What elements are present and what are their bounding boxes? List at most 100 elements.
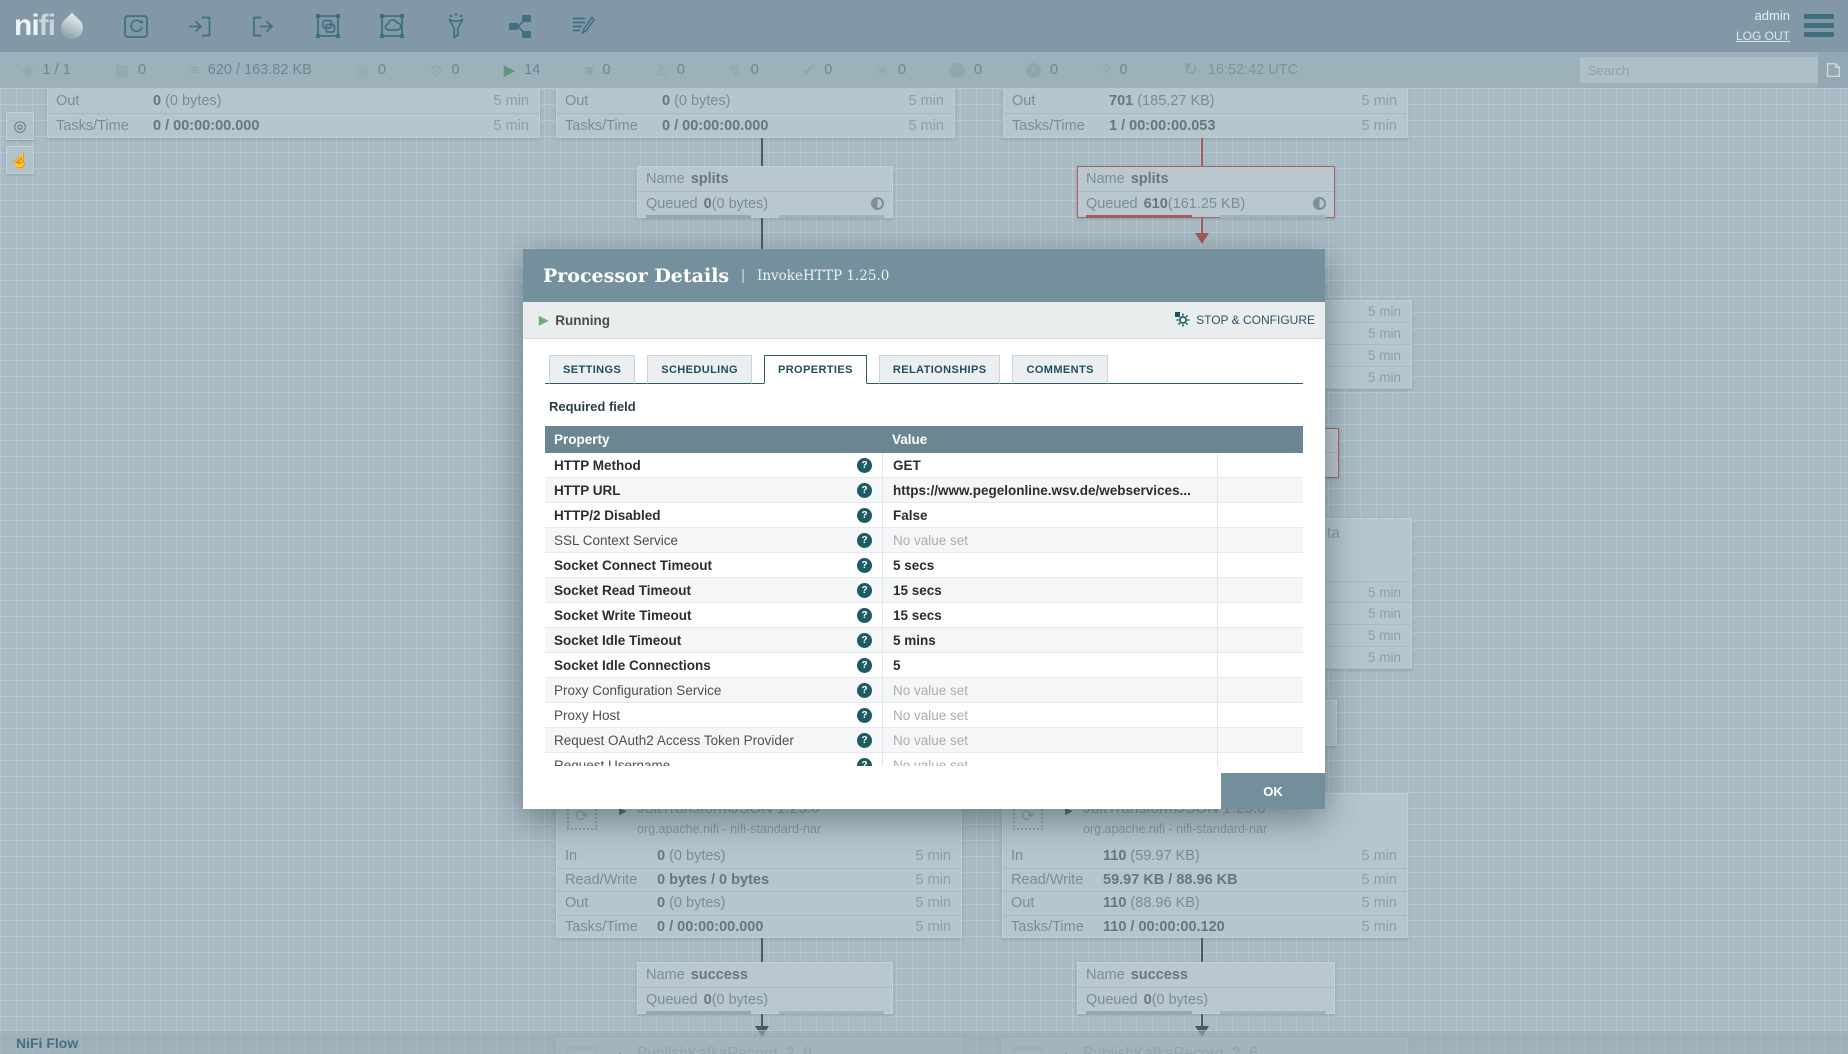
status-item: ✔ 0 — [803, 62, 833, 78]
tab[interactable]: SCHEDULING — [647, 355, 752, 384]
help-icon[interactable]: ? — [857, 583, 872, 598]
help-icon[interactable]: ? — [857, 508, 872, 523]
help-icon[interactable]: ? — [857, 458, 872, 473]
help-icon[interactable]: ? — [857, 733, 872, 748]
processor-stats-fragment[interactable]: Out 701 (185.27 KB) 5 min Tasks/Time 1 /… — [1003, 88, 1408, 138]
connection-line[interactable] — [1201, 138, 1203, 166]
column-extra — [1218, 426, 1303, 453]
breadcrumb-root[interactable]: NiFi Flow — [16, 1035, 78, 1051]
help-icon[interactable]: ? — [857, 558, 872, 573]
dialog-title: Processor Details — [543, 265, 729, 287]
help-icon[interactable]: ? — [857, 658, 872, 673]
connection-label-success[interactable]: Namesuccess Queued0 (0 bytes) — [637, 962, 893, 1014]
refresh-group: ↻ 16:52:42 UTC — [1184, 60, 1299, 80]
current-user: admin — [1755, 8, 1790, 23]
connection-label-fragment[interactable] — [1325, 428, 1339, 478]
processor-stats-fragment[interactable]: Out 0 (0 bytes) 5 min Tasks/Time 0 / 00:… — [47, 88, 540, 138]
document-icon — [1824, 61, 1842, 79]
property-row: Request Username ? No value set — [545, 753, 1303, 766]
bulletin-board-button[interactable] — [1818, 52, 1848, 88]
help-icon[interactable]: ? — [857, 683, 872, 698]
processor-stats-fragment[interactable]: 5 min 5 min 5 min 5 min — [1325, 300, 1412, 389]
flow-status-bar: ◈ 1 / 1 ▦ 0 ≡ 620 / 163.82 KB ◎ 0 — [0, 52, 1848, 88]
run-state: ▶ Running — [539, 313, 610, 328]
stopped-icon: ■ — [584, 63, 593, 78]
dialog-tabs: SETTINGS SCHEDULING PROPERTIES RELATIONS… — [545, 355, 1303, 384]
stale-icon: ↑ — [950, 63, 965, 78]
navigate-palette-button[interactable]: ◎ — [6, 112, 34, 140]
connection-label-fragment[interactable] — [1325, 700, 1337, 746]
processor-fragment[interactable]: ta 5 min 5 min 5 min 5 min — [1325, 518, 1412, 669]
connection-line[interactable] — [761, 1014, 763, 1026]
status-item: ⊘ 0 — [430, 62, 460, 78]
nifi-logo: nifi — [14, 9, 83, 43]
process-group-icon[interactable] — [311, 9, 345, 43]
property-row: Proxy Configuration Service ? No value s… — [545, 678, 1303, 703]
help-icon[interactable]: ? — [857, 758, 872, 767]
load-balance-icon — [1313, 197, 1326, 210]
not-transmitting-icon: ⊘ — [430, 63, 443, 78]
locally-modified-icon: ∗ — [876, 63, 889, 78]
connection-line[interactable] — [761, 218, 763, 249]
dialog-header: Processor Details | InvokeHTTP 1.25.0 — [523, 249, 1325, 302]
logout-link[interactable]: LOG OUT — [1736, 26, 1790, 46]
ok-button[interactable]: OK — [1221, 773, 1325, 809]
connection-line[interactable] — [761, 938, 763, 962]
top-toolbar: nifi — [0, 0, 1848, 52]
connection-line[interactable] — [1201, 218, 1203, 233]
last-refreshed-time: 16:52:42 UTC — [1208, 62, 1298, 78]
output-port-icon[interactable] — [247, 9, 281, 43]
tab[interactable]: COMMENTS — [1012, 355, 1107, 384]
input-port-icon[interactable] — [183, 9, 217, 43]
connection-label-success[interactable]: Namesuccess Queued0 (0 bytes) — [1077, 962, 1335, 1014]
nifi-app: nifi — [0, 0, 1848, 1054]
refresh-icon[interactable]: ↻ — [1184, 60, 1198, 80]
help-icon[interactable]: ? — [857, 708, 872, 723]
search-input[interactable] — [1580, 57, 1818, 83]
processor-stats-fragment[interactable]: Out 0 (0 bytes) 5 min Tasks/Time 0 / 00:… — [556, 88, 955, 138]
property-row: Socket Connect Timeout ? 5 secs — [545, 553, 1303, 578]
processor-jolttransformjson-right[interactable]: ⟳ ▶ JoltTransformJSON 1.25.0 org.apache.… — [1002, 793, 1408, 938]
locally-modified-stale-icon: ! — [1026, 63, 1041, 78]
clustered-nodes-icon: ◈ — [22, 63, 34, 78]
status-item: ↯ 0 — [729, 62, 759, 78]
remote-process-group-icon[interactable] — [375, 9, 409, 43]
stop-and-configure-button[interactable]: STOP & CONFIGURE — [1175, 312, 1315, 328]
connection-arrow — [1195, 233, 1209, 244]
status-item: ◈ 1 / 1 — [22, 62, 71, 78]
operate-palette-button[interactable]: ☝ — [6, 146, 34, 174]
template-icon[interactable] — [503, 9, 537, 43]
connection-line[interactable] — [1201, 1014, 1203, 1026]
help-icon[interactable]: ? — [857, 533, 872, 548]
global-menu-icon[interactable] — [1804, 14, 1834, 41]
status-item: ↑ 0 — [950, 62, 982, 78]
help-icon[interactable]: ? — [857, 608, 872, 623]
tab[interactable]: RELATIONSHIPS — [879, 355, 1001, 384]
active-threads-icon: ▦ — [115, 63, 129, 78]
compass-icon: ◎ — [13, 117, 26, 135]
connection-label-splits-alert[interactable]: Namesplits Queued610 (161.25 KB) — [1077, 166, 1335, 218]
funnel-icon[interactable] — [439, 9, 473, 43]
property-row: Socket Idle Connections ? 5 — [545, 653, 1303, 678]
status-item: ! 0 — [1026, 62, 1058, 78]
connection-line[interactable] — [1201, 938, 1203, 962]
label-icon[interactable] — [567, 9, 601, 43]
status-item: ◎ 0 — [356, 62, 386, 78]
help-icon[interactable]: ? — [857, 633, 872, 648]
processor-icon[interactable] — [119, 9, 153, 43]
property-row: HTTP URL ? https://www.pegelonline.wsv.d… — [545, 478, 1303, 503]
help-icon[interactable]: ? — [857, 483, 872, 498]
table-header: Property Value — [545, 426, 1303, 453]
processor-jolttransformjson-left[interactable]: ⟳ ▶ JoltTransformJSON 1.25.0 org.apache.… — [556, 793, 962, 938]
invalid-icon: ⚠ — [654, 63, 667, 78]
status-item: ⚠ 0 — [654, 62, 685, 78]
required-field-note: Required field — [549, 399, 1299, 414]
column-value: Value — [883, 426, 1218, 453]
property-row: Socket Write Timeout ? 15 secs — [545, 603, 1303, 628]
connection-label-splits[interactable]: Namesplits Queued0 (0 bytes) — [637, 166, 893, 218]
breadcrumb: NiFi Flow — [0, 1030, 1848, 1054]
running-icon: ▶ — [504, 63, 516, 78]
connection-line[interactable] — [761, 138, 763, 166]
tab[interactable]: PROPERTIES — [764, 355, 867, 384]
tab[interactable]: SETTINGS — [549, 355, 635, 384]
